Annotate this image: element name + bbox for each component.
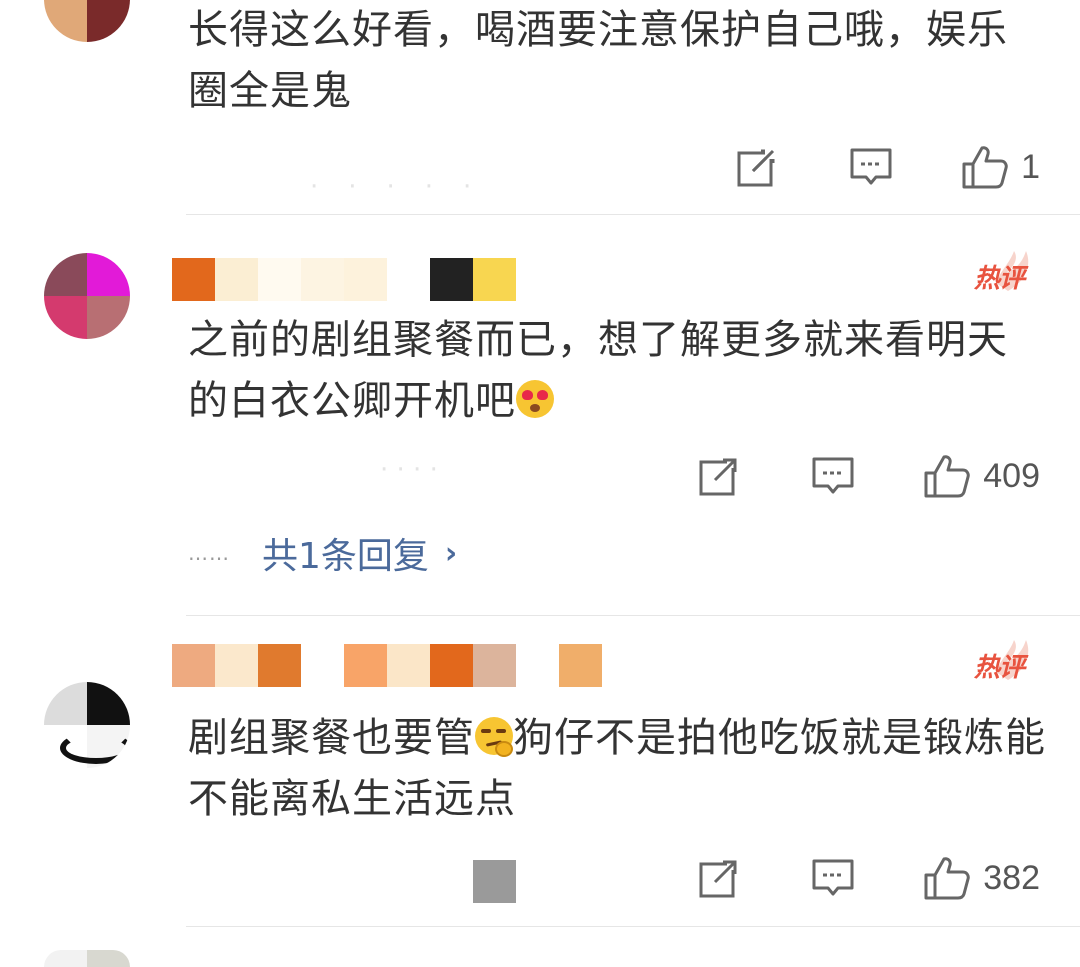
heart-eyes-emoji — [516, 380, 554, 418]
comment-item: 热评 之前的剧组聚餐而已，想了解更多就来看明天的白衣公卿开机吧 · · · · — [0, 215, 1080, 615]
ip-location-placeholder — [473, 860, 516, 903]
reply-dots: …… — [188, 541, 230, 565]
comment-button[interactable] — [849, 145, 893, 189]
comment-icon — [812, 859, 854, 896]
share-button[interactable] — [697, 454, 741, 498]
like-count: 409 — [983, 456, 1040, 495]
comment-icon — [812, 457, 854, 494]
comment-text: 长得这么好看，喝酒要注意保护自己哦，娱乐圈全是鬼 — [188, 7, 1008, 114]
comment-icon — [850, 148, 892, 185]
hot-comment-badge: 热评 — [956, 640, 1036, 688]
avatar[interactable] — [44, 253, 130, 339]
avatar[interactable] — [44, 0, 130, 42]
comment-item: 长得这么好看，喝酒要注意保护自己哦，娱乐圈全是鬼 1 ····· — [0, 0, 1080, 216]
like-count: 382 — [983, 858, 1040, 897]
smirk-emoji — [475, 717, 513, 757]
like-button[interactable]: 409 — [923, 453, 1040, 499]
comment-text: 之前的剧组聚餐而已，想了解更多就来看明天的白衣公卿开机吧 — [188, 317, 1008, 424]
share-icon — [737, 149, 776, 187]
chevron-right-icon: › — [444, 535, 458, 571]
avatar[interactable] — [44, 950, 130, 967]
share-button[interactable] — [697, 856, 741, 900]
comment-button[interactable] — [811, 454, 855, 498]
comment-item: 热评 剧组聚餐也要管 狗仔不是拍他吃饭就是锻炼能不能离私生活远点 382 — [0, 616, 1080, 926]
view-replies-link[interactable]: …… 共1条回复 › — [188, 528, 457, 578]
hot-comment-badge: 热评 — [956, 251, 1036, 299]
share-button[interactable] — [735, 145, 779, 189]
comment-text: 剧组聚餐也要管 狗仔不是拍他吃饭就是锻炼能不能离私生活远点 — [188, 715, 1046, 822]
reply-count-label: 共1条回复 — [262, 536, 429, 577]
ip-location-text: ····· — [310, 172, 502, 202]
share-icon — [699, 458, 738, 496]
thumbs-up-icon — [962, 146, 1008, 189]
comment-actions: 382 — [697, 853, 1040, 903]
like-count: 1 — [1021, 147, 1040, 186]
like-button[interactable]: 382 — [923, 855, 1040, 901]
divider — [186, 926, 1080, 927]
thumbs-up-icon — [924, 857, 971, 900]
comment-actions: 409 — [697, 451, 1040, 501]
like-button[interactable]: 1 — [961, 144, 1040, 190]
share-icon — [699, 860, 738, 898]
comment-actions: 1 — [735, 142, 1040, 192]
thumbs-up-icon — [924, 455, 971, 498]
avatar[interactable] — [44, 682, 130, 768]
ip-location-text: · · · · — [380, 455, 438, 485]
comment-button[interactable] — [811, 856, 855, 900]
